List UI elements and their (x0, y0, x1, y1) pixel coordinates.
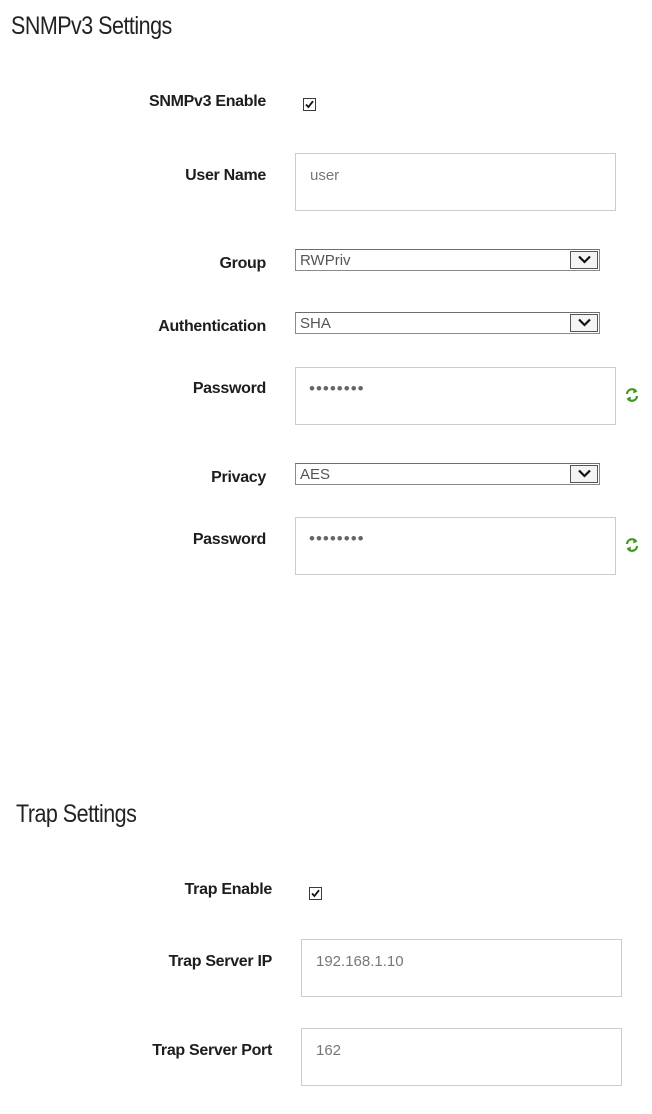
snmpv3-enable-label: SNMPv3 Enable (148, 93, 266, 110)
authentication-selected-value: SHA (300, 315, 331, 332)
trap-server-port-label: Trap Server Port (152, 1042, 272, 1059)
auth-password-mask: •••••••• (309, 379, 365, 398)
username-value: user (310, 167, 340, 184)
chevron-down-icon (578, 255, 591, 264)
trap-server-port-value: 162 (316, 1042, 342, 1059)
username-label: User Name (185, 167, 266, 184)
group-selected-value: RWPriv (300, 252, 351, 269)
refresh-icon[interactable] (624, 387, 640, 403)
trap-enable-label: Trap Enable (184, 881, 273, 898)
trap-section-title: Trap Settings (16, 800, 137, 828)
privacy-selected-value: AES (300, 466, 331, 483)
privacy-label: Privacy (211, 469, 266, 486)
username-input[interactable]: user (295, 153, 616, 211)
chevron-down-icon (578, 469, 591, 478)
authentication-select[interactable]: SHA (295, 312, 600, 334)
checkmark-icon (311, 889, 320, 898)
privacy-password-input[interactable]: •••••••• (295, 517, 616, 575)
group-label: Group (219, 255, 267, 272)
chevron-down-icon (578, 318, 591, 327)
privacy-password-label: Password (192, 531, 266, 548)
auth-password-input[interactable]: •••••••• (295, 367, 616, 425)
privacy-select[interactable]: AES (295, 463, 600, 485)
trap-server-ip-input[interactable]: 192.168.1.10 (301, 939, 622, 997)
trap-enable-checkbox[interactable] (309, 887, 322, 900)
auth-password-label: Password (192, 380, 266, 397)
authentication-label: Authentication (158, 318, 266, 335)
refresh-icon[interactable] (624, 537, 640, 553)
trap-server-ip-value: 192.168.1.10 (316, 953, 404, 970)
privacy-password-mask: •••••••• (309, 529, 365, 548)
authentication-dropdown-button[interactable] (570, 314, 598, 332)
group-select[interactable]: RWPriv (295, 249, 600, 271)
snmpv3-section-title: SNMPv3 Settings (11, 12, 172, 40)
snmpv3-enable-checkbox[interactable] (303, 98, 316, 111)
group-dropdown-button[interactable] (570, 251, 598, 269)
checkmark-icon (305, 100, 314, 109)
trap-server-ip-label: Trap Server IP (168, 953, 273, 970)
privacy-dropdown-button[interactable] (570, 465, 598, 483)
trap-server-port-input[interactable]: 162 (301, 1028, 622, 1086)
